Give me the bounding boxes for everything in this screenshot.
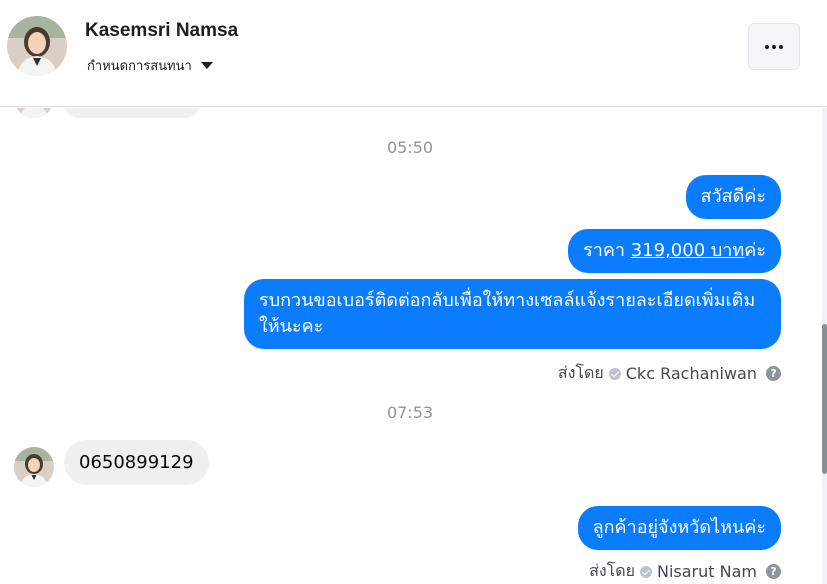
sent-by-label: ส่งโดย (557, 363, 604, 382)
incoming-message-partial (64, 108, 200, 118)
incoming-message[interactable]: 0650899129 (64, 440, 209, 485)
timestamp: 07:53 (386, 403, 434, 422)
conversation-settings-label: กำหนดการสนทนา (87, 59, 192, 74)
contact-name[interactable]: Kasemsri Namsa (85, 20, 238, 42)
message-text: ลูกค้าอยู่จังหวัดไหนค่ะ (592, 517, 766, 538)
outgoing-message[interactable]: ลูกค้าอยู่จังหวัดไหนค่ะ (577, 506, 781, 550)
check-icon (608, 367, 621, 380)
more-dots-icon (765, 44, 783, 49)
help-icon[interactable]: ? (766, 564, 781, 579)
sent-by-label: ส่งโดย (589, 561, 635, 580)
check-icon (640, 565, 652, 578)
scrollbar-thumb[interactable] (822, 324, 827, 474)
contact-avatar-partial (14, 108, 54, 118)
message-text: ราคา (583, 240, 631, 261)
message-text: สวัสดีค่ะ (700, 186, 766, 207)
caret-down-icon (200, 62, 213, 69)
sent-by-info: ส่งโดย Ckc Rachaniwan ? (558, 361, 781, 386)
contact-avatar[interactable] (7, 16, 67, 76)
timestamp: 05:50 (386, 138, 434, 157)
contact-avatar-small[interactable] (14, 447, 54, 487)
more-options-button[interactable] (748, 23, 800, 70)
help-icon[interactable]: ? (766, 366, 781, 381)
conversation-header: Kasemsri Namsa กำหนดการสนทนา (0, 0, 827, 107)
outgoing-message[interactable]: ราคา 319,000 บาทค่ะ (568, 229, 781, 273)
sender-name[interactable]: Ckc Rachaniwan (626, 364, 757, 383)
outgoing-message[interactable]: รบกวนขอเบอร์ติดต่อกลับเพื่อให้ทางเซลล์แจ… (244, 279, 781, 349)
message-text: รบกวนขอเบอร์ติดต่อกลับเพื่อให้ทางเซลล์แจ… (259, 290, 756, 337)
sender-name[interactable]: Nisarut Nam (657, 562, 757, 581)
message-text: 0650899129 (79, 452, 194, 473)
sent-by-info: ส่งโดย Nisarut Nam ? (589, 559, 781, 584)
price-link[interactable]: 319,000 บาท (631, 240, 745, 261)
message-text: ค่ะ (744, 240, 766, 261)
message-thread[interactable]: 05:50 สวัสดีค่ะ ราคา 319,000 บาทค่ะ รบกว… (0, 108, 827, 584)
conversation-settings-dropdown[interactable]: กำหนดการสนทนา (87, 55, 213, 76)
outgoing-message[interactable]: สวัสดีค่ะ (685, 175, 781, 219)
